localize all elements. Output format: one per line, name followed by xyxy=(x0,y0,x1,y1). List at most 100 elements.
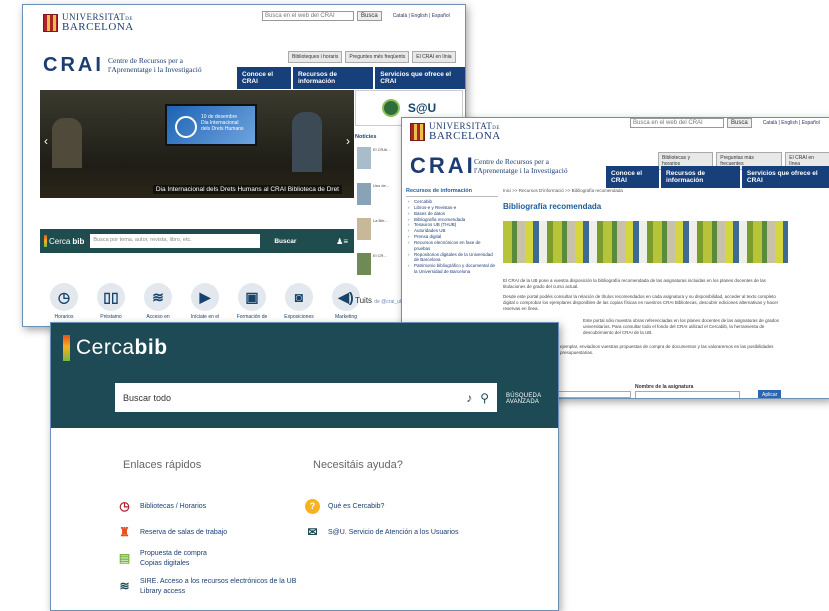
cercabib-logo-b: bib xyxy=(72,236,85,246)
nav-recursos[interactable]: Recursos de información xyxy=(661,166,740,188)
advanced-search-link[interactable]: BÚSQUEDA AVANZADA xyxy=(506,393,558,405)
cercabib-logo-a: Cerca xyxy=(49,236,71,246)
quick-link[interactable]: ≋ SIRE. Acceso a los recursos electrónico… xyxy=(117,577,296,597)
cercabib-logo-a: Cerca xyxy=(76,336,135,359)
quick-link-label: Bibliotecas / Horarios xyxy=(140,502,207,510)
language-switcher[interactable]: Català | English | Español xyxy=(763,120,820,126)
service-book[interactable]: ▯▯ Préstamo xyxy=(92,283,130,320)
ub-logo[interactable]: UNIVERSITATDE BARCELONA xyxy=(43,13,134,33)
cercabib-search-input[interactable]: Busca por tema, autor, revista, libro, e… xyxy=(90,234,261,248)
cercabib-logo[interactable]: Cercabib xyxy=(63,335,168,361)
web-search-input[interactable]: Busca en el web del CRAI xyxy=(262,11,354,21)
crai-online-button[interactable]: El CRAI en línia xyxy=(412,51,456,63)
hero-screen: 10 de desembre Dia Internacional dels Dr… xyxy=(165,104,257,146)
cercabib-logo-b: bib xyxy=(134,336,168,359)
crai-logo[interactable]: CRAI xyxy=(410,153,476,179)
hero-screen-text: 10 de desembre Dia Internacional dels Dr… xyxy=(201,114,244,132)
web-search-button[interactable]: Busca xyxy=(727,118,752,128)
service-label: Exposiciones xyxy=(284,314,314,320)
help-link-label: S@U. Servicio de Atención a los Usuarios xyxy=(328,528,459,536)
service-screen[interactable]: ▣ Formación de xyxy=(233,283,271,320)
service-clock[interactable]: ◷ Horarios xyxy=(45,283,83,320)
nav-servicios[interactable]: Servicios que ofrece el CRAI xyxy=(741,166,829,188)
user-menu-icon[interactable]: ♟≡ xyxy=(336,237,348,246)
main-nav: Conoce el CRAI Recursos de información S… xyxy=(606,166,829,188)
nav-conoce-crai[interactable]: Conoce el CRAI xyxy=(237,67,291,89)
faq-button[interactable]: Preguntes més freqüents xyxy=(345,51,410,63)
camera-icon: ◙ xyxy=(285,283,313,311)
cercabib-search-button[interactable]: Buscar xyxy=(274,238,296,245)
help-link[interactable]: ✉ S@U. Servicio de Atención a los Usuario… xyxy=(305,525,458,540)
service-camera[interactable]: ◙ Exposiciones xyxy=(280,283,318,320)
wifi-icon: ≋ xyxy=(119,579,130,594)
libraries-button[interactable]: Biblioteques i horaris xyxy=(288,51,343,63)
carousel-prev-icon[interactable]: ‹ xyxy=(44,134,48,148)
sau-globe-icon xyxy=(381,99,400,117)
news-heading: Notícies xyxy=(355,134,377,140)
tweets-heading: Tuits de @crai_ub xyxy=(355,296,403,305)
tweets-handle[interactable]: de @crai_ub xyxy=(374,299,402,305)
play-icon: ▶ xyxy=(191,283,219,311)
quick-link-label: Propuesta de compra Copias digitales xyxy=(140,550,207,567)
quick-link[interactable]: ▤ Propuesta de compra Copias digitales xyxy=(117,549,207,569)
crai-subtitle: Centre de Recursos per a l'Aprenentatge … xyxy=(474,157,568,175)
language-switcher[interactable]: Català | English | Español xyxy=(393,13,450,19)
subject-input[interactable] xyxy=(635,391,740,398)
hero-caption[interactable]: Dia Internacional dels Drets Humans al C… xyxy=(152,185,342,194)
crai-logo[interactable]: CRAI xyxy=(43,54,104,77)
cercabib-header: Cercabib Buscar todo ♪ ⚲ BÚSQUEDA AVANZA… xyxy=(51,323,558,428)
sidebar-heading: Recursos de información xyxy=(406,188,498,197)
news-thumbnail[interactable] xyxy=(357,253,371,275)
news-thumbnail[interactable] xyxy=(357,218,371,240)
armchair-icon: ♜ xyxy=(119,525,130,540)
un-emblem-icon xyxy=(175,116,197,138)
quick-link[interactable]: ◷ Bibliotecas / Horarios xyxy=(117,499,206,514)
breadcrumb[interactable]: Inici >> Recursos D'informació >> Biblio… xyxy=(503,188,623,193)
resources-sidebar: Recursos de información CercabibLibros-e… xyxy=(406,188,498,275)
microphone-icon[interactable]: ♪ xyxy=(466,391,472,405)
cercabib-search-input[interactable]: Buscar todo xyxy=(123,393,171,403)
cercabib-logo[interactable]: Cercabib xyxy=(40,235,90,247)
scope-paragraph: Este portal sólo muestra obras referenci… xyxy=(583,318,779,335)
person-figure xyxy=(52,118,82,168)
nav-servicios[interactable]: Servicios que ofrece el CRAI xyxy=(375,67,465,89)
service-label: Horarios xyxy=(54,314,74,320)
hero-carousel[interactable]: 10 de desembre Dia Internacional dels Dr… xyxy=(40,90,354,198)
clock-icon: ◷ xyxy=(119,499,130,514)
service-wifi[interactable]: ≋ Acceso en xyxy=(139,283,177,320)
quick-links-heading: Enlaces rápidos xyxy=(123,459,202,471)
help-heading: Necesitáis ayuda? xyxy=(313,459,403,471)
service-label: Acceso en xyxy=(146,314,170,320)
web-search-button[interactable]: Busca xyxy=(357,11,382,21)
nav-recursos[interactable]: Recursos de información xyxy=(292,67,374,89)
sidebar-item[interactable]: Patrimonio bibliográfico y documental de… xyxy=(406,263,498,275)
apply-button[interactable]: Aplicar xyxy=(758,390,782,398)
cercabib-bar-icon xyxy=(44,235,47,247)
web-search: Busca en el web del CRAI Busca Català | … xyxy=(262,11,450,21)
nav-conoce-crai[interactable]: Conoce el CRAI xyxy=(606,166,660,188)
portal-paragraph: Desde este portal podéis consultar la re… xyxy=(503,294,779,311)
service-play[interactable]: ▶ Iníciate en el xyxy=(186,283,224,320)
carousel-next-icon[interactable]: › xyxy=(346,134,350,148)
search-icon[interactable]: ⚲ xyxy=(480,391,489,405)
cercabib-search-field[interactable]: Buscar todo ♪ ⚲ xyxy=(115,383,497,412)
help-link[interactable]: ? Qué es Cercabib? xyxy=(305,499,384,514)
ub-logo[interactable]: UNIVERSITATDE BARCELONA xyxy=(410,122,501,142)
web-search-input[interactable]: Busca en el web del CRAI xyxy=(630,118,724,128)
news-thumbnail[interactable] xyxy=(357,183,371,205)
service-label: Iníciate en el xyxy=(190,314,220,320)
sidebar-item[interactable]: Repositorios digitales de la Universidad… xyxy=(406,252,498,264)
ub-name-line2: BARCELONA xyxy=(62,21,134,33)
sau-label: S@U xyxy=(407,101,437,115)
quick-link[interactable]: ♜ Reserva de salas de trabajo xyxy=(117,525,227,540)
sidebar-item[interactable]: Recursos electrónicos en fase de pruebas xyxy=(406,240,498,252)
web-search: Busca en el web del CRAI Busca Català | … xyxy=(630,118,820,128)
subject-label: Nombre de la asignatura xyxy=(635,384,694,390)
question-icon: ? xyxy=(305,499,320,514)
tweets-label: Tuits xyxy=(355,296,373,305)
news-thumbnail[interactable] xyxy=(357,147,371,169)
cercabib-bar-icon xyxy=(63,335,70,361)
person-figure xyxy=(292,112,322,172)
service-label: Formación de xyxy=(236,314,268,320)
clock-icon: ◷ xyxy=(50,283,78,311)
